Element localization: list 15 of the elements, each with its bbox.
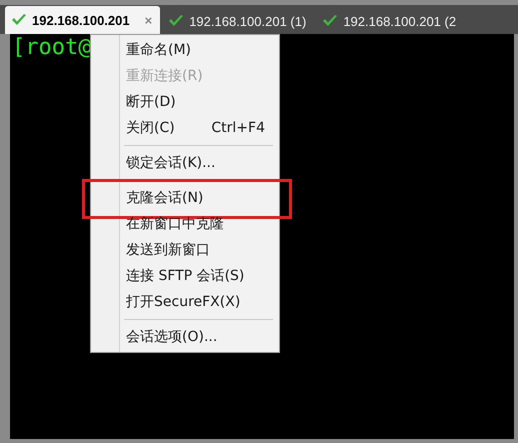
menu-item[interactable]: 会话选项(O)... <box>91 324 279 350</box>
menu-item[interactable]: 关闭(C) Ctrl+F4 <box>91 115 279 141</box>
menu-item[interactable]: 克隆会话(N) <box>91 185 279 211</box>
menu-item[interactable]: 连接 SFTP 会话(S) <box>91 263 279 289</box>
menu-item[interactable]: 发送到新窗口 <box>91 237 279 263</box>
session-tab[interactable]: 192.168.100.201 (1) <box>162 8 314 34</box>
menu-item[interactable]: 锁定会话(K)... <box>91 150 279 176</box>
menu-item[interactable]: 重命名(M) <box>91 37 279 63</box>
session-tab[interactable]: 192.168.100.201 × <box>5 6 160 34</box>
terminal-prompt: [root@ <box>12 35 92 60</box>
session-tab[interactable]: 192.168.100.201 (2 <box>316 8 464 34</box>
menu-item[interactable]: 断开(D) <box>91 89 279 115</box>
shortcut-label: Ctrl+F4 <box>211 120 265 136</box>
menu-item[interactable]: 在新窗口中克隆 <box>91 211 279 237</box>
menu-item[interactable]: 打开SecureFX(X) <box>91 289 279 315</box>
